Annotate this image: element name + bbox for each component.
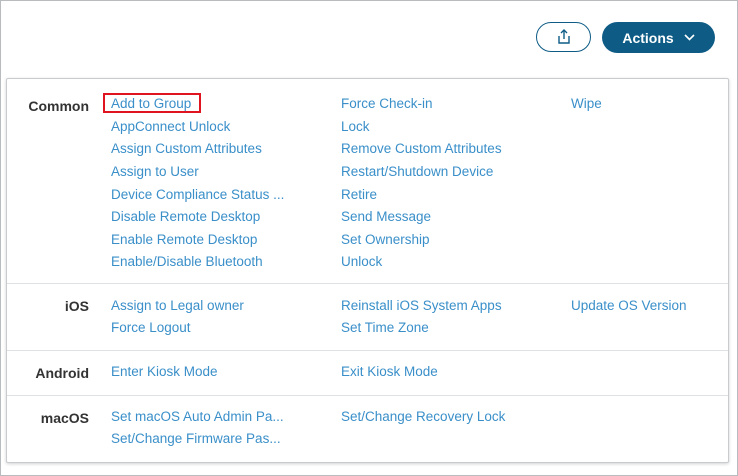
action-set-time-zone[interactable]: Set Time Zone xyxy=(341,320,429,336)
action-set-change-recovery-lock[interactable]: Set/Change Recovery Lock xyxy=(341,409,505,425)
action-set-change-firmware-password[interactable]: Set/Change Firmware Pas... xyxy=(111,431,281,447)
actions-button-label: Actions xyxy=(622,29,674,46)
section-label-ios: iOS xyxy=(64,298,89,314)
action-restart-shutdown-device[interactable]: Restart/Shutdown Device xyxy=(341,164,493,180)
section-label-common: Common xyxy=(28,98,89,114)
section-label-android: Android xyxy=(35,365,89,381)
action-device-compliance-status[interactable]: Device Compliance Status ... xyxy=(111,187,284,203)
action-update-os-version[interactable]: Update OS Version xyxy=(571,298,687,314)
action-assign-to-user[interactable]: Assign to User xyxy=(111,164,199,180)
action-add-to-group[interactable]: Add to Group xyxy=(111,96,191,112)
action-exit-kiosk-mode[interactable]: Exit Kiosk Mode xyxy=(341,364,438,380)
action-send-message[interactable]: Send Message xyxy=(341,209,431,225)
action-reinstall-ios-system-apps[interactable]: Reinstall iOS System Apps xyxy=(341,298,502,314)
action-force-check-in[interactable]: Force Check-in xyxy=(341,96,433,112)
action-unlock[interactable]: Unlock xyxy=(341,254,382,270)
upload-export-icon xyxy=(557,29,570,44)
chevron-down-icon xyxy=(684,34,695,41)
actions-menu-panel: Common Add to Group AppConnect Unlock As… xyxy=(6,78,729,463)
action-wipe[interactable]: Wipe xyxy=(571,96,602,112)
action-assign-custom-attributes[interactable]: Assign Custom Attributes xyxy=(111,141,262,157)
action-force-logout[interactable]: Force Logout xyxy=(111,320,191,336)
export-button[interactable] xyxy=(536,22,591,52)
action-enter-kiosk-mode[interactable]: Enter Kiosk Mode xyxy=(111,364,218,380)
section-macos: macOS Set macOS Auto Admin Pa... Set/Cha… xyxy=(7,396,728,462)
toolbar: Actions xyxy=(1,1,737,77)
action-appconnect-unlock[interactable]: AppConnect Unlock xyxy=(111,119,230,135)
actions-button[interactable]: Actions xyxy=(602,22,715,53)
action-lock[interactable]: Lock xyxy=(341,119,370,135)
section-ios: iOS Assign to Legal owner Force Logout R… xyxy=(7,284,728,350)
action-disable-remote-desktop[interactable]: Disable Remote Desktop xyxy=(111,209,260,225)
action-assign-to-legal-owner[interactable]: Assign to Legal owner xyxy=(111,298,244,314)
action-enable-disable-bluetooth[interactable]: Enable/Disable Bluetooth xyxy=(111,254,263,270)
action-enable-remote-desktop[interactable]: Enable Remote Desktop xyxy=(111,232,257,248)
action-remove-custom-attributes[interactable]: Remove Custom Attributes xyxy=(341,141,502,157)
action-set-macos-auto-admin-password[interactable]: Set macOS Auto Admin Pa... xyxy=(111,409,284,425)
action-retire[interactable]: Retire xyxy=(341,187,377,203)
actions-dialog-frame: Actions Common Add to Group AppConnect U… xyxy=(0,0,738,476)
section-label-macos: macOS xyxy=(40,410,89,426)
action-set-ownership[interactable]: Set Ownership xyxy=(341,232,430,248)
section-android: Android Enter Kiosk Mode Exit Kiosk Mode xyxy=(7,351,728,395)
section-common: Common Add to Group AppConnect Unlock As… xyxy=(7,79,728,283)
